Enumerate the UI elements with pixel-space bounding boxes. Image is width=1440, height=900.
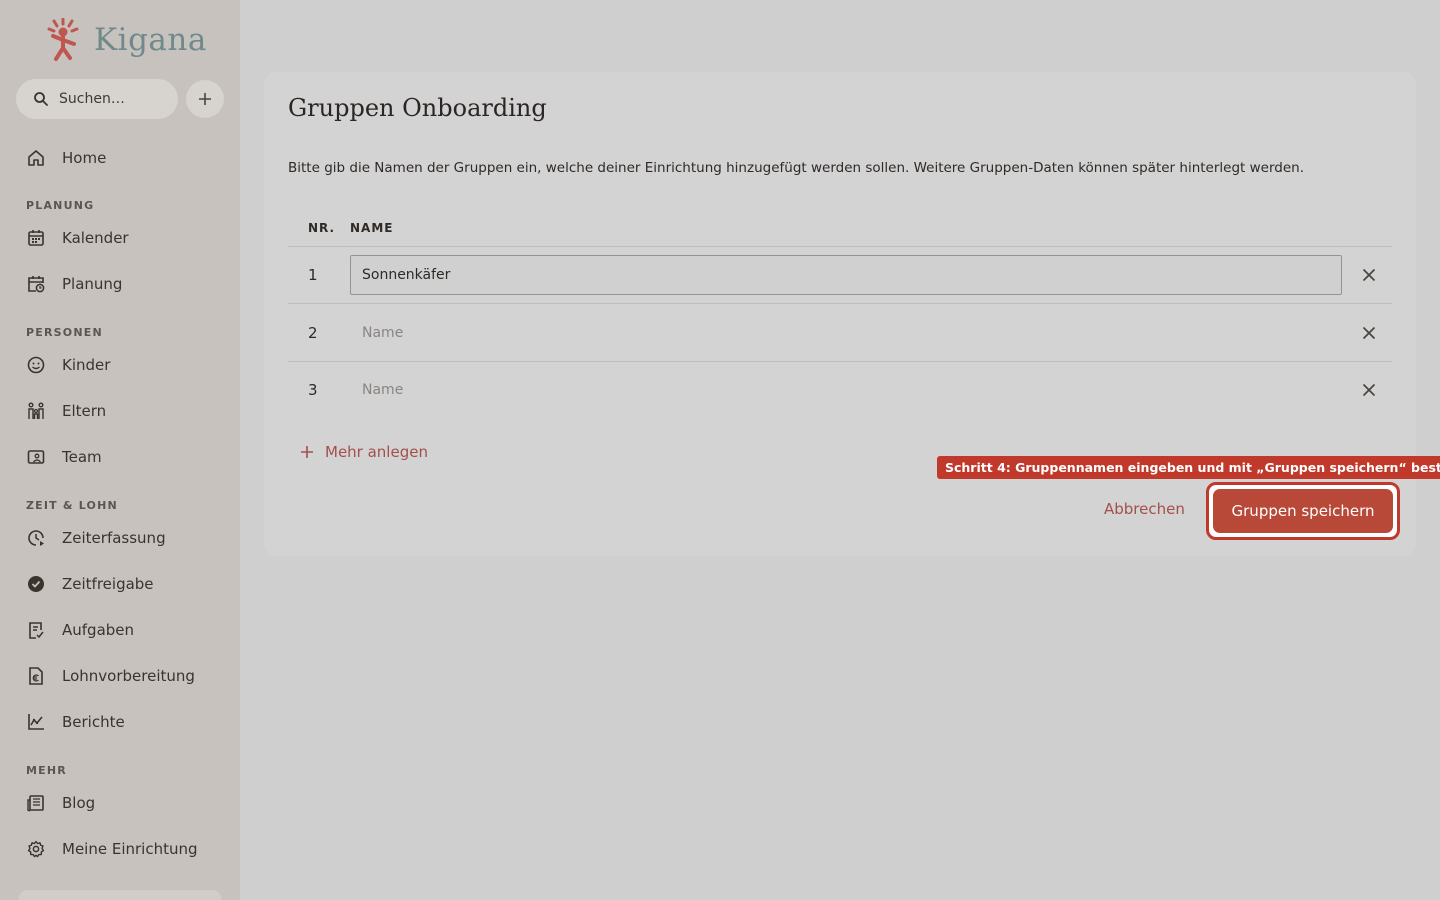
clock-icon — [28, 530, 44, 546]
id-card-icon — [27, 450, 45, 464]
close-icon[interactable] — [1360, 381, 1378, 399]
sidebar-item-kalender[interactable]: Kalender — [26, 226, 129, 250]
sidebar-item-label: Zeitfreigabe — [62, 575, 154, 593]
smiley-icon — [27, 356, 45, 374]
sidebar-item-aufgaben[interactable]: Aufgaben — [26, 618, 134, 642]
column-header-name: NAME — [350, 221, 394, 235]
newspaper-icon — [27, 795, 44, 812]
chart-line-icon — [28, 714, 44, 730]
calendar-clock-icon — [28, 276, 45, 293]
divider — [288, 246, 1392, 247]
sidebar-item-label: Berichte — [62, 713, 125, 731]
sidebar-item-label: Aufgaben — [62, 621, 135, 639]
search-placeholder: Suchen… — [59, 91, 125, 107]
add-more-button[interactable]: Mehr anlegen — [300, 443, 428, 461]
home-icon — [28, 150, 44, 166]
logo[interactable]: Kigana — [46, 18, 207, 62]
sidebar-item-meine-einrichtung[interactable]: Meine Einrichtung — [26, 837, 198, 861]
section-label-zeit-lohn: ZEIT & LOHN — [26, 499, 118, 512]
sidebar-item-label: Blog — [62, 794, 96, 812]
sidebar-item-label: Team — [62, 448, 102, 466]
sidebar-item-label: Planung — [62, 275, 123, 293]
family-icon — [28, 402, 44, 419]
divider — [288, 361, 1392, 362]
sidebar-item-zeiterfassung[interactable]: Zeiterfassung — [26, 526, 166, 550]
app-name: Kigana — [94, 22, 207, 58]
sidebar-item-lohnvorbereitung[interactable]: Lohnvorbereitung — [26, 664, 195, 688]
column-header-nr: NR. — [308, 221, 336, 235]
tutorial-hint: Schritt 4: Gruppennamen eingeben und mit… — [937, 456, 1440, 479]
sidebar-item-label: Lohnvorbereitung — [62, 667, 195, 685]
row-number: 2 — [308, 324, 318, 342]
kigana-logo-icon — [47, 18, 79, 61]
sidebar-item-planung[interactable]: Planung — [26, 272, 122, 296]
search-icon — [34, 92, 48, 106]
group-name-field-1[interactable]: Sonnenkäfer — [350, 255, 1342, 295]
check-circle-icon — [28, 576, 44, 592]
save-groups-button[interactable]: Gruppen speichern — [1213, 489, 1393, 533]
sidebar-footer-card[interactable] — [18, 890, 222, 900]
add-button[interactable] — [186, 80, 224, 118]
task-list-icon — [29, 622, 44, 639]
calendar-icon — [28, 230, 44, 246]
sidebar-item-label: Home — [62, 149, 107, 167]
page-title: Gruppen Onboarding — [288, 94, 547, 122]
row-number: 3 — [308, 381, 318, 399]
plus-icon — [301, 446, 313, 458]
gear-icon — [27, 840, 45, 858]
search-input[interactable]: Suchen… — [16, 79, 178, 119]
sidebar-item-label: Meine Einrichtung — [62, 840, 198, 858]
sidebar-item-label: Kinder — [62, 356, 111, 374]
plus-icon — [199, 93, 211, 105]
close-icon[interactable] — [1360, 266, 1378, 284]
divider — [288, 303, 1392, 304]
close-icon[interactable] — [1360, 324, 1378, 342]
sidebar: Kigana Suchen… Home PLANUNG Kalender Pla… — [0, 0, 240, 900]
sidebar-item-label: Kalender — [62, 229, 129, 247]
sidebar-item-zeitfreigabe[interactable]: Zeitfreigabe — [26, 572, 154, 596]
section-label-personen: PERSONEN — [26, 326, 103, 339]
sidebar-item-team[interactable]: Team — [26, 445, 102, 469]
euro-document-icon — [29, 667, 43, 685]
row-number: 1 — [308, 266, 318, 284]
page-description: Bitte gib die Namen der Gruppen ein, wel… — [288, 160, 1304, 176]
sidebar-item-kinder[interactable]: Kinder — [26, 353, 110, 377]
onboarding-card: Gruppen Onboarding Bitte gib die Namen d… — [264, 72, 1416, 556]
group-name-field-3[interactable]: Name — [350, 370, 1342, 410]
add-more-label: Mehr anlegen — [325, 443, 428, 461]
sidebar-item-berichte[interactable]: Berichte — [26, 710, 125, 734]
section-label-planung: PLANUNG — [26, 199, 95, 212]
sidebar-item-blog[interactable]: Blog — [26, 791, 95, 815]
sidebar-item-label: Zeiterfassung — [62, 529, 166, 547]
sidebar-item-label: Eltern — [62, 402, 107, 420]
cancel-button[interactable]: Abbrechen — [1104, 500, 1185, 518]
section-label-mehr: MEHR — [26, 764, 67, 777]
group-name-field-2[interactable]: Name — [350, 313, 1342, 353]
sidebar-item-home[interactable]: Home — [26, 146, 106, 170]
sidebar-item-eltern[interactable]: Eltern — [26, 399, 106, 423]
